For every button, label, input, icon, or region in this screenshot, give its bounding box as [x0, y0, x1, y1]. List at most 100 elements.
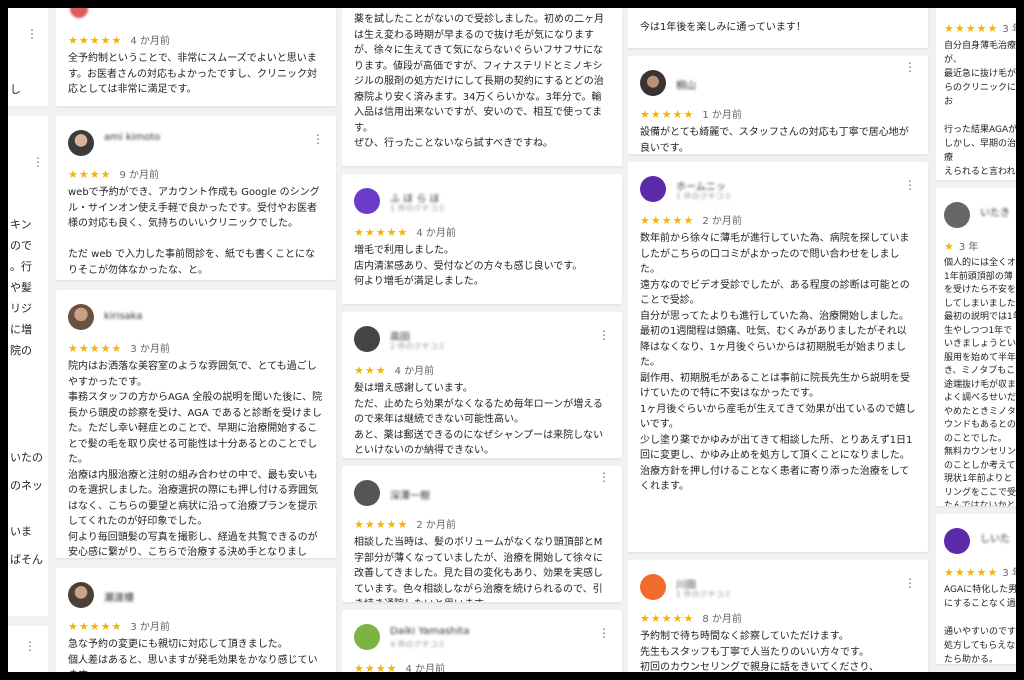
- avatar: [354, 624, 380, 650]
- review-text: 個人的には全くオ 1年前頭頂部の薄 を受けたら不安を してしまいました 最初の説…: [944, 258, 1022, 506]
- reviewer-name: 深澤一樹: [390, 491, 430, 502]
- fragment-text: し: [10, 83, 21, 96]
- star-rating: ★★★★★: [944, 22, 999, 35]
- review-text: 髪は増え感謝しています。 ただ、止めたら効果がなくなるため毎年ローンが増えるので…: [354, 383, 604, 456]
- star-rating: ★★★★: [68, 168, 112, 181]
- star-rating: ★★★★★: [68, 342, 123, 355]
- review-date: 2 か月前: [416, 520, 456, 531]
- reviewer-meta: 1 件のクチコミ: [390, 204, 446, 213]
- review-text: 急な予約の変更にも親切に対応して頂きました。 個人差はあると、思いますが発毛効果…: [68, 639, 318, 672]
- review-date: 3 年: [958, 242, 979, 253]
- fragment-card-4: ⋮: [8, 626, 48, 672]
- review-text: 設備がとても綺麗で、スタッフさんの対応も丁寧で居心地が良いです。: [640, 127, 909, 154]
- more-options-icon[interactable]: ⋮: [312, 132, 324, 146]
- rating-row: ★★★★★ 2 か月前: [640, 212, 916, 227]
- more-options-icon[interactable]: ⋮: [904, 60, 916, 74]
- rating-row: ★★★★★ 3 か月前: [68, 340, 324, 355]
- review-text: AGAに特化した男 にすることなく過 通いやすいのです 処方してもらえな たら助…: [944, 585, 1018, 664]
- rating-row: ★★★★★ 8 か月前: [640, 610, 916, 625]
- review-date: 3 年: [1002, 568, 1022, 579]
- reviewer-header: 川田 1 件のクチコミ ⋮: [640, 572, 916, 604]
- review-column-2: 薬を試したことがないので受診しました。初めの二ヶ月は生え変わる時期が早まるので抜…: [342, 8, 624, 672]
- review-column-1: ★★★★★ 4 か月前 全予約制ということで、非常にスムーズでよいと思います。お医…: [56, 8, 338, 672]
- review-text: 院内はお洒落な美容室のような雰囲気で、とても過ごしやすかったです。 事務スタッフ…: [68, 361, 323, 558]
- screenshot-frame: ⋮ し ⋮ キン ので 。行 や髪 リジ に増 院の いたの のネッ いま ばそ…: [0, 0, 1024, 680]
- review-card: ふ ほ ら ほ 1 件のクチコミ ★★★★★ 4 か月前 増毛で利用しました。 店…: [342, 174, 622, 304]
- review-text: 予約制で待ち時間なく診察していただけます。 先生もスタッフも丁寧で人当たりのいい…: [640, 631, 879, 672]
- more-options-icon[interactable]: ⋮: [904, 178, 916, 192]
- reviewer-header: 高田 2 件のクチコミ ⋮: [354, 324, 610, 356]
- avatar: [640, 70, 666, 96]
- fragment-text: 院の: [10, 344, 32, 357]
- avatar: [68, 130, 94, 156]
- review-text: 相談した当時は、髪のボリュームがなくなり頭頂部とM字部分が薄くなっていましたが、…: [354, 537, 603, 602]
- star-rating: ★★★★: [354, 662, 398, 672]
- review-card: ★★★★★ 3 年 自分自身薄毛治療 が、 最近急に抜け毛が らのクリニックにお …: [936, 8, 1018, 180]
- more-options-icon[interactable]: ⋮: [32, 152, 44, 172]
- rating-row: ★★★★★ 3 か月前: [68, 618, 324, 633]
- avatar: [354, 188, 380, 214]
- avatar: [354, 326, 380, 352]
- reviewer-meta: 1 件のクチコミ: [676, 590, 732, 599]
- rating-row: ★★★★ 9 か月前: [68, 166, 324, 181]
- more-options-icon[interactable]: ⋮: [598, 470, 610, 484]
- reviewer-header: Daiki Yamashita 4 件のクチコミ ⋮: [354, 622, 610, 654]
- rating-row: ★★★★★ 1 か月前 ⋮: [640, 60, 916, 121]
- star-rating: ★★★★★: [68, 620, 123, 633]
- avatar: [944, 528, 970, 554]
- reviewer-name: しいた: [980, 534, 1010, 545]
- more-options-icon[interactable]: ⋮: [598, 626, 610, 640]
- review-date: 4 か月前: [405, 664, 445, 672]
- review-column-4: ★★★★★ 3 年 自分自身薄毛治療 が、 最近急に抜け毛が らのクリニックにお …: [936, 8, 1022, 672]
- review-card: 深澤一樹 ★★★★★ 2 か月前 ⋮ 相談した当時は、髪のボリュームがなくなり頭頂…: [342, 466, 622, 602]
- reviewer-name: kirisaka: [104, 311, 143, 322]
- avatar: [70, 8, 88, 18]
- review-text: 自分自身薄毛治療 が、 最近急に抜け毛が らのクリニックにお 行った結果AGAが…: [944, 41, 1018, 177]
- fragment-text: リジ: [10, 302, 32, 315]
- review-card: Daiki Yamashita 4 件のクチコミ ⋮ ★★★★ 4 か月前: [342, 610, 622, 672]
- reviewer-meta: 2 件のクチコミ: [390, 342, 446, 351]
- fragment-text: に増: [10, 323, 32, 336]
- review-date: 1 か月前: [702, 110, 742, 121]
- fragment-card-1: ⋮ し: [8, 8, 48, 106]
- reviewer-header: 桐山: [640, 68, 916, 100]
- avatar: [68, 582, 94, 608]
- avatar: [640, 574, 666, 600]
- review-text: 今は1年後を楽しみに通っています！: [640, 22, 806, 33]
- review-card: 今は1年後を楽しみに通っています！: [628, 8, 928, 48]
- more-options-icon[interactable]: ⋮: [26, 24, 38, 44]
- rating-row: ★★★★ 4 か月前: [354, 660, 610, 672]
- fragment-text: や髪: [10, 281, 32, 294]
- review-card: いたき ★ 3 年 個人的には全くオ 1年前頭頂部の薄 を受けたら不安を してしま…: [936, 188, 1022, 506]
- review-text: 数年前から徐々に薄毛が進行していた為、病院を探していましたがこちらの口コミがよか…: [640, 233, 916, 492]
- reviewer-header: 深澤一樹: [354, 478, 610, 510]
- more-options-icon[interactable]: ⋮: [598, 328, 610, 342]
- rating-row: ★★★★★ 3 年: [944, 564, 1022, 579]
- review-card: 川田 1 件のクチコミ ⋮ ★★★★★ 8 か月前 予約制で待ち時間なく診察してい…: [628, 560, 928, 672]
- left-fragment-column: ⋮ し ⋮ キン ので 。行 や髪 リジ に増 院の いたの のネッ いま ばそ…: [8, 8, 52, 672]
- rating-row: ★★★ 4 か月前: [354, 362, 610, 377]
- reviewer-name: ami kimoto: [104, 132, 161, 143]
- fragment-text: 。行: [10, 260, 32, 273]
- star-rating: ★★★★★: [354, 518, 409, 531]
- review-date: 3 か月前: [130, 344, 170, 355]
- star-rating: ★★★★★: [640, 214, 695, 227]
- fragment-text: いたの: [10, 451, 43, 464]
- reviewer-name: 瀬渡樓: [104, 593, 134, 604]
- review-card: ★★★★★ 4 か月前 全予約制ということで、非常にスムーズでよいと思います。お医…: [56, 8, 336, 106]
- review-text: 増毛で利用しました。 店内清潔感あり、受付などの方々も感じ良いです。 何より増毛…: [354, 245, 583, 287]
- star-rating: ★★★: [354, 364, 387, 377]
- review-date: 4 か月前: [130, 36, 170, 47]
- avatar: [68, 304, 94, 330]
- review-date: 8 か月前: [702, 614, 742, 625]
- avatar: [944, 202, 970, 228]
- reviewer-name: 桐山: [676, 81, 696, 92]
- more-options-icon[interactable]: ⋮: [904, 576, 916, 590]
- fragment-card-2: ⋮ キン ので 。行 や髪 リジ に増 院の: [8, 116, 48, 416]
- star-rating: ★★★★★: [640, 108, 695, 121]
- rating-row: ★★★★★ 2 か月前 ⋮: [354, 470, 610, 531]
- more-options-icon[interactable]: ⋮: [24, 636, 36, 656]
- review-date: 9 か月前: [119, 170, 159, 181]
- review-card: しいた ★★★★★ 3 年 AGAに特化した男 にすることなく過 通いやすいのです…: [936, 514, 1022, 664]
- reviewer-meta: 4 件のクチコミ: [390, 640, 446, 649]
